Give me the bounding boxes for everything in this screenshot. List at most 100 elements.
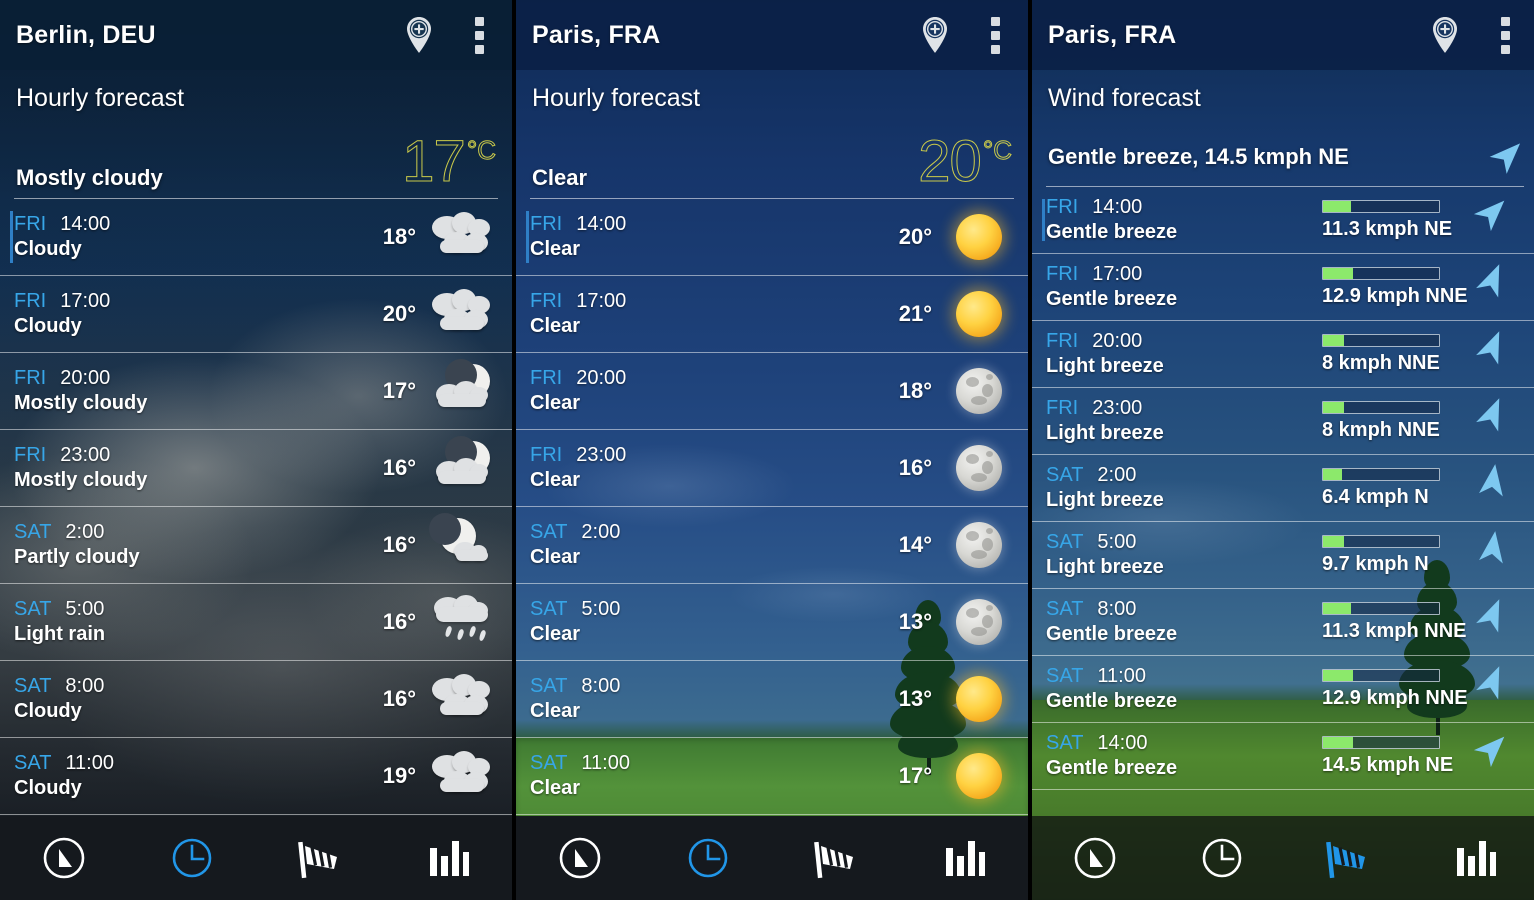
full-moon-icon [956,445,1002,491]
city-title: Paris, FRA [1048,20,1177,49]
panel-paris-wind: Paris, FRA Wind forecast Gentle breeze, … [1032,0,1534,900]
row-info: SAT 8:00 Gentle breeze [1046,598,1177,646]
temperature-unit: °C [982,135,1012,165]
forecast-row[interactable]: FRI 14:00 Clear 20° [516,199,1028,276]
three-panel-screenshot: Berlin, DEU Hourly forecast Mostly cloud… [0,0,1534,900]
nav-bar-chart[interactable] [900,816,1028,900]
row-condition: Mostly cloudy [14,392,148,414]
wind-forecast-row[interactable]: FRI 20:00 Light breeze 8 kmph NNE [1032,321,1534,388]
wind-forecast-row[interactable]: FRI 17:00 Gentle breeze 12.9 kmph NNE [1032,254,1534,321]
row-info: FRI 14:00 Gentle breeze [1046,196,1177,244]
row-wind-speed: 11.3 kmph NE [1322,217,1453,240]
top-bar: Berlin, DEU [0,0,512,70]
nav-clock[interactable] [644,816,772,900]
row-wind-description: Light breeze [1046,422,1164,444]
row-info: FRI 23:00 Mostly cloudy [14,444,147,492]
row-temperature: 20° [382,301,416,326]
row-wind-speed: 8 kmph NNE [1322,418,1440,441]
row-day: SAT [14,752,52,774]
nav-compass[interactable] [516,816,644,900]
row-day: SAT [1046,665,1084,687]
bottom-nav [0,816,512,900]
row-condition: Clear [530,392,581,414]
wind-speed-bar [1322,735,1440,749]
wind-forecast-row[interactable]: FRI 23:00 Light breeze 8 kmph NNE [1032,388,1534,455]
nav-clock[interactable] [128,816,256,900]
forecast-row[interactable]: SAT 2:00 Partly cloudy 16° [0,507,512,584]
nav-bar-chart[interactable] [1412,816,1534,900]
forecast-row[interactable]: SAT 8:00 Clear 13° [516,661,1028,738]
map-pin-plus-icon[interactable] [398,14,440,56]
row-condition: Cloudy [14,315,82,337]
wind-forecast-row[interactable]: SAT 14:00 Gentle breeze 14.5 kmph NE [1032,723,1534,790]
city-title: Berlin, DEU [16,20,156,49]
forecast-row[interactable]: FRI 23:00 Clear 16° [516,430,1028,507]
forecast-summary: Hourly forecast Clear 20 °C [516,70,1028,191]
nav-clock[interactable] [1159,816,1286,900]
row-day: SAT [530,521,568,543]
forecast-row[interactable]: SAT 11:00 Clear 17° [516,738,1028,815]
row-info: SAT 5:00 Light breeze [1046,531,1164,579]
wind-forecast-row[interactable]: SAT 11:00 Gentle breeze 12.9 kmph NNE [1032,656,1534,723]
wind-speed-bar [1322,534,1440,548]
bottom-nav [1032,816,1534,900]
forecast-row[interactable]: FRI 14:00 Cloudy 18° [0,199,512,276]
row-day: FRI [14,213,47,235]
row-weather-icon [942,439,1014,497]
bottom-nav [516,816,1028,900]
forecast-row[interactable]: SAT 2:00 Clear 14° [516,507,1028,584]
row-info: SAT 11:00 Cloudy [14,752,114,800]
wind-speed-bar [1322,199,1440,213]
overflow-menu-icon[interactable] [1488,13,1522,57]
row-day: FRI [530,444,563,466]
row-info: FRI 14:00 Cloudy [14,213,110,261]
row-day: SAT [14,675,52,697]
map-pin-plus-icon[interactable] [914,14,956,56]
row-info: FRI 20:00 Clear [530,367,626,415]
nav-bar-chart[interactable] [384,816,512,900]
nav-compass[interactable] [0,816,128,900]
overflow-menu-icon[interactable] [462,13,496,57]
panel-berlin-hourly: Berlin, DEU Hourly forecast Mostly cloud… [0,0,512,900]
nav-windsock[interactable] [1285,816,1412,900]
row-time: 2:00 [65,521,105,543]
nav-windsock[interactable] [256,816,384,900]
row-day: FRI [530,367,563,389]
wind-forecast-row[interactable]: FRI 14:00 Gentle breeze 11.3 kmph NE [1032,187,1534,254]
row-info: SAT 11:00 Clear [530,752,630,800]
section-title: Wind forecast [1048,84,1201,112]
forecast-row[interactable]: SAT 5:00 Light rain 16° [0,584,512,661]
row-wind-speed: 11.3 kmph NNE [1322,619,1467,642]
row-weather-icon [426,359,498,420]
forecast-row[interactable]: SAT 11:00 Cloudy 19° [0,738,512,815]
current-condition: Mostly cloudy [16,165,163,190]
forecast-row[interactable]: FRI 23:00 Mostly cloudy 16° [0,430,512,507]
row-info: SAT 5:00 Clear [530,598,620,646]
forecast-row[interactable]: FRI 20:00 Mostly cloudy 17° [0,353,512,430]
nav-windsock[interactable] [772,816,900,900]
wind-speed-bar [1322,668,1440,682]
wind-forecast-row[interactable]: SAT 8:00 Gentle breeze 11.3 kmph NNE [1032,589,1534,656]
row-condition: Mostly cloudy [14,469,148,491]
row-info: FRI 17:00 Gentle breeze [1046,263,1177,311]
nav-compass[interactable] [1032,816,1159,900]
map-pin-plus-icon[interactable] [1424,14,1466,56]
forecast-row[interactable]: FRI 17:00 Clear 21° [516,276,1028,353]
sun-icon [956,676,1002,722]
row-wind-speed: 9.7 kmph N [1322,552,1429,575]
row-day: SAT [14,598,52,620]
wind-forecast-row[interactable]: SAT 5:00 Light breeze 9.7 kmph N [1032,522,1534,589]
wind-forecast-row[interactable]: SAT 2:00 Light breeze 6.4 kmph N [1032,455,1534,522]
forecast-row[interactable]: FRI 20:00 Clear 18° [516,353,1028,430]
forecast-row[interactable]: FRI 17:00 Cloudy 20° [0,276,512,353]
sun-icon [956,214,1002,260]
row-day: FRI [14,290,47,312]
row-temperature: 16° [382,686,416,711]
forecast-row[interactable]: SAT 5:00 Clear 13° [516,584,1028,661]
row-time: 5:00 [581,598,621,620]
row-time: 11:00 [1097,665,1146,687]
row-day: FRI [14,444,47,466]
forecast-row[interactable]: SAT 8:00 Cloudy 16° [0,661,512,738]
row-time: 14:00 [576,213,627,235]
overflow-menu-icon[interactable] [978,13,1012,57]
